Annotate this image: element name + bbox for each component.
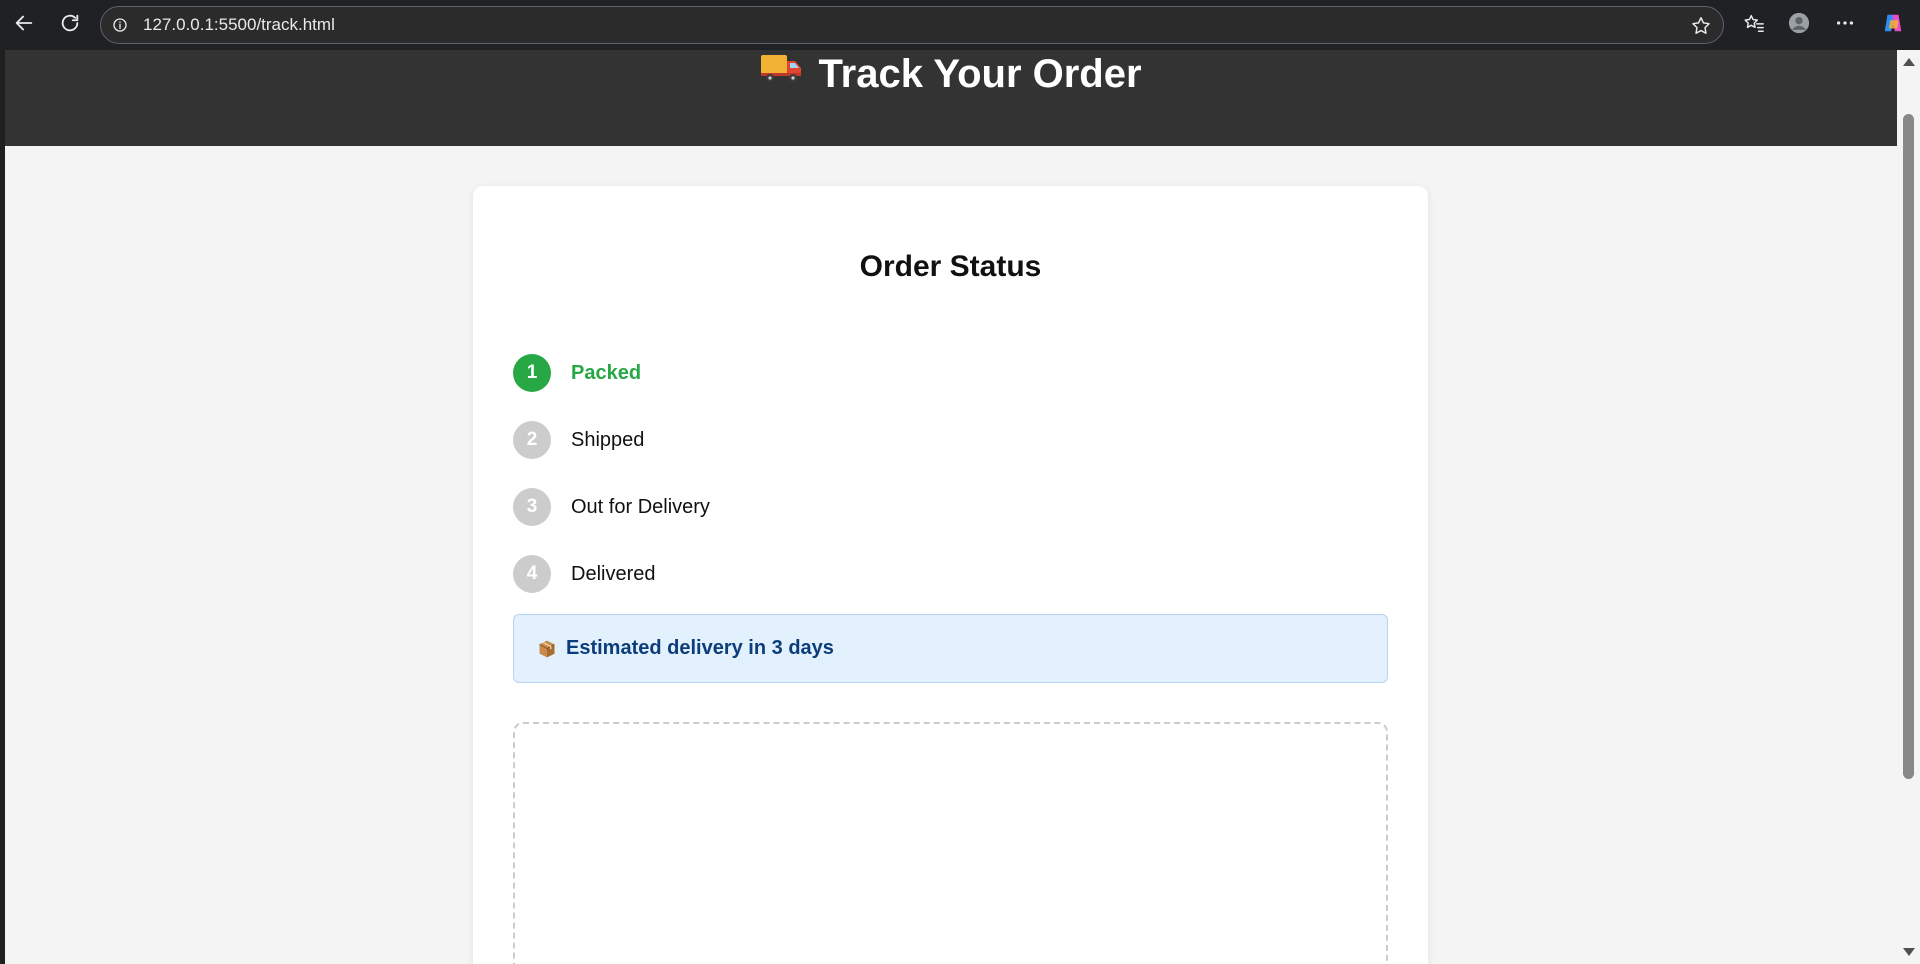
page-header: Track Your Order [5, 50, 1897, 146]
step-label: Packed [571, 361, 642, 384]
address-bar[interactable]: 127.0.0.1:5500/track.html [100, 6, 1724, 44]
copilot-icon [1882, 12, 1904, 39]
reload-icon [59, 12, 81, 39]
delivery-truck-icon [760, 50, 804, 95]
back-arrow-icon [13, 12, 35, 39]
estimated-delivery-text: Estimated delivery in 3 days [566, 637, 834, 659]
info-icon[interactable] [111, 16, 129, 34]
copilot-button[interactable] [1877, 9, 1909, 41]
favorites-list-icon [1743, 12, 1765, 39]
estimated-delivery-banner: Estimated delivery in 3 days [513, 614, 1388, 683]
favorites-button[interactable] [1738, 9, 1770, 41]
scroll-down-arrow-icon[interactable] [1903, 948, 1915, 956]
profile-icon [1788, 12, 1810, 39]
step-number: 1 [513, 354, 551, 392]
step-label: Shipped [571, 428, 645, 451]
order-status-card: Order Status 1 Packed 2 Shipped 3 Out fo… [473, 186, 1428, 964]
scroll-thumb[interactable] [1903, 114, 1914, 779]
step-shipped: 2 Shipped [513, 421, 644, 459]
step-number: 3 [513, 488, 551, 526]
browser-toolbar: 127.0.0.1:5500/track.html [0, 0, 1920, 50]
step-number: 4 [513, 555, 551, 593]
header-title: Track Your Order [5, 52, 1897, 99]
package-icon [536, 638, 558, 660]
scroll-up-arrow-icon[interactable] [1903, 58, 1915, 66]
step-delivered: 4 Delivered [513, 555, 655, 593]
url-text[interactable]: 127.0.0.1:5500/track.html [143, 15, 335, 35]
step-number: 2 [513, 421, 551, 459]
favorite-star-icon[interactable] [1689, 14, 1713, 38]
back-button[interactable] [8, 9, 40, 41]
step-label: Delivered [571, 562, 656, 585]
profile-button[interactable] [1783, 9, 1815, 41]
card-title: Order Status [859, 250, 1042, 283]
tracking-map-placeholder [513, 722, 1388, 964]
header-title-text: Track Your Order [818, 52, 1142, 96]
vertical-scrollbar[interactable] [1897, 50, 1920, 964]
step-label: Out for Delivery [571, 495, 710, 518]
more-options-button[interactable] [1829, 9, 1861, 41]
step-out-for-delivery: 3 Out for Delivery [513, 488, 710, 526]
reload-button[interactable] [54, 9, 86, 41]
step-packed: 1 Packed [513, 354, 641, 392]
more-options-icon [1834, 12, 1856, 39]
page-viewport: Track Your Order Order Status 1 Packed 2… [5, 50, 1897, 964]
